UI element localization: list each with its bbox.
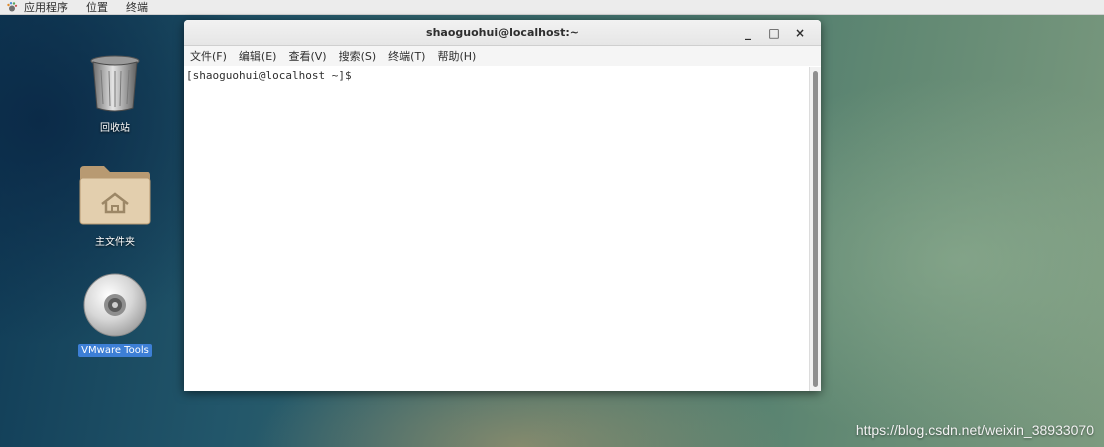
shell-prompt: [shaoguohui@localhost ~]$ [186,69,352,82]
terminal-app-menu[interactable]: 终端 [126,0,148,15]
menu-terminal[interactable]: 终端(T) [388,48,425,64]
terminal-window: shaoguohui@localhost:~ _ □ × 文件(F) 编辑(E)… [184,20,821,391]
cd-disc-icon [83,273,147,337]
applications-menu[interactable]: 应用程序 [6,0,68,15]
minimize-icon: _ [745,26,751,40]
desktop-icon-trash[interactable]: 回收站 [70,54,160,135]
close-icon: × [794,26,806,40]
maximize-icon: □ [768,26,780,40]
gnome-foot-icon [6,1,18,13]
terminal-menubar: 文件(F) 编辑(E) 查看(V) 搜索(S) 终端(T) 帮助(H) [184,46,821,66]
scrollbar-thumb[interactable] [813,71,818,387]
terminal-scrollbar[interactable] [809,67,821,391]
menu-search[interactable]: 搜索(S) [339,48,377,64]
applications-menu-label: 应用程序 [24,1,68,14]
places-menu-label: 位置 [86,1,108,14]
desktop-icon-label: VMware Tools [78,344,152,357]
desktop-icon-label: 主文件夹 [95,237,135,248]
desktop-icon-label: 回收站 [100,123,130,134]
places-menu[interactable]: 位置 [86,0,108,15]
terminal-output[interactable]: [shaoguohui@localhost ~]$ [184,67,809,391]
window-title: shaoguohui@localhost:~ [426,26,579,39]
top-panel: 应用程序 位置 终端 [0,0,1104,15]
menu-view[interactable]: 查看(V) [288,48,326,64]
terminal-app-menu-label: 终端 [126,1,148,14]
desktop-icon-home-folder[interactable]: 主文件夹 [70,164,160,249]
desktop-icon-vmware-tools[interactable]: VMware Tools [70,272,160,357]
menu-edit[interactable]: 编辑(E) [239,48,277,64]
menu-file[interactable]: 文件(F) [190,48,227,64]
trash-icon [90,55,140,112]
home-folder-icon [79,166,151,225]
close-button[interactable]: × [787,22,813,44]
menu-help[interactable]: 帮助(H) [437,48,476,64]
window-titlebar[interactable]: shaoguohui@localhost:~ _ □ × [184,20,821,46]
maximize-button[interactable]: □ [761,22,787,44]
window-controls: _ □ × [735,20,813,46]
watermark: https://blog.csdn.net/weixin_38933070 [855,422,1094,438]
minimize-button[interactable]: _ [735,22,761,44]
